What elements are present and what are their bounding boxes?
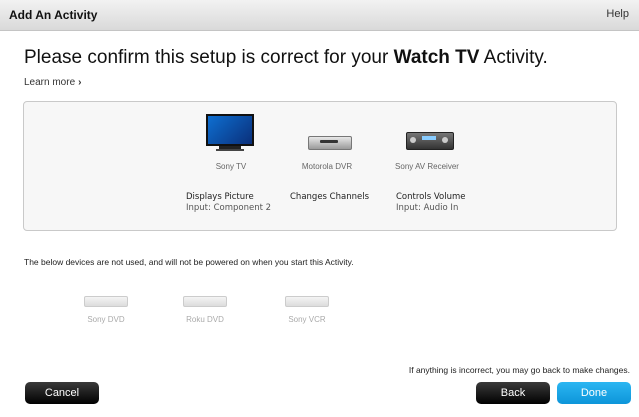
device-sony-av-receiver: Sony AV Receiver	[372, 114, 482, 171]
title-bar: Add An Activity Help	[0, 0, 639, 31]
done-button[interactable]: Done	[557, 382, 631, 404]
role-detail: Input: Audio In	[396, 203, 459, 213]
back-button[interactable]: Back	[476, 382, 550, 404]
dvd-player-icon	[84, 296, 128, 307]
cancel-button[interactable]: Cancel	[25, 382, 99, 404]
device-name: Roku DVD	[186, 315, 224, 324]
page-heading: Please confirm this setup is correct for…	[24, 47, 548, 69]
device-name: Sony VCR	[288, 315, 326, 324]
learn-more-link[interactable]: Learn more ›	[24, 77, 81, 88]
device-name: Sony DVD	[87, 315, 125, 324]
heading-prefix: Please confirm this setup is correct for…	[24, 47, 394, 68]
role-controls-volume: Controls Volume Input: Audio In	[396, 192, 465, 214]
role-changes-channels: Changes Channels	[290, 192, 369, 203]
device-name: Motorola DVR	[301, 162, 353, 171]
device-name: Sony TV	[215, 162, 247, 171]
unused-device-roku-dvd: Roku DVD	[160, 296, 250, 324]
chevron-right-icon: ›	[78, 77, 82, 88]
role-detail: Input: Component 2	[186, 203, 272, 213]
vcr-icon	[285, 296, 329, 307]
device-motorola-dvr: Motorola DVR	[272, 114, 382, 171]
role-title: Controls Volume	[396, 192, 466, 202]
tv-icon	[176, 114, 286, 156]
window-title: Add An Activity	[9, 8, 98, 22]
learn-more-label: Learn more	[24, 77, 76, 88]
device-name: Sony AV Receiver	[395, 162, 459, 171]
dvr-icon	[272, 114, 382, 156]
av-receiver-icon	[372, 114, 482, 156]
help-link[interactable]: Help	[606, 8, 629, 20]
role-title: Changes Channels	[290, 192, 369, 202]
unused-device-sony-vcr: Sony VCR	[262, 296, 352, 324]
role-displays-picture: Displays Picture Input: Component 2	[186, 192, 271, 214]
heading-suffix: Activity.	[479, 47, 548, 68]
setup-panel: Sony TV Motorola DVR Sony AV Receiver Di…	[23, 101, 617, 231]
unused-devices-notice: The below devices are not used, and will…	[24, 257, 354, 267]
role-title: Displays Picture	[186, 192, 254, 202]
dvd-player-icon	[183, 296, 227, 307]
activity-name: Watch TV	[393, 47, 480, 68]
go-back-hint: If anything is incorrect, you may go bac…	[408, 365, 630, 375]
unused-device-sony-dvd: Sony DVD	[61, 296, 151, 324]
device-sony-tv: Sony TV	[176, 114, 286, 171]
